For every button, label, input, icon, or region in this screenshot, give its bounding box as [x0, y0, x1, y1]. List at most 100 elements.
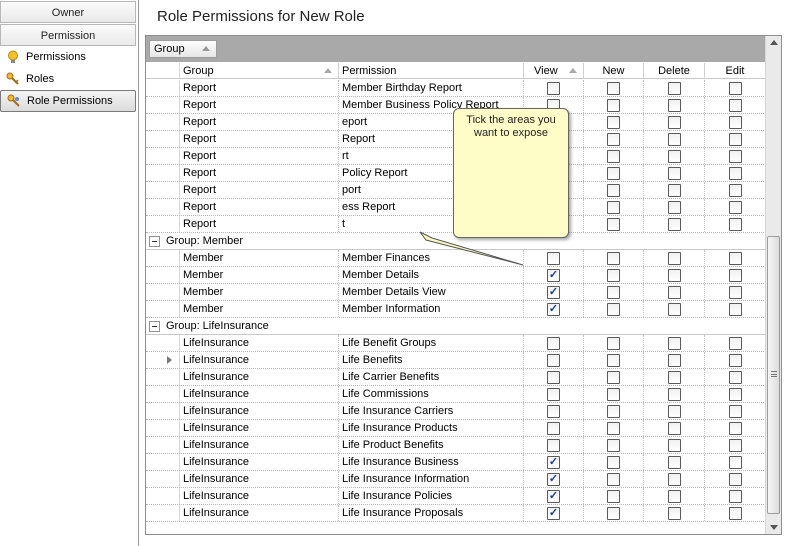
table-row[interactable]: Member Member Details ✓	[146, 267, 766, 284]
edit-checkbox[interactable]	[728, 387, 742, 401]
group-cell[interactable]: Member	[180, 267, 339, 283]
group-cell[interactable]: LifeInsurance	[180, 437, 339, 453]
header-delete[interactable]: Delete	[644, 63, 705, 79]
edit-checkbox[interactable]	[728, 370, 742, 384]
scroll-up-icon[interactable]	[770, 40, 778, 45]
row-indicator[interactable]	[162, 97, 180, 113]
view-checkbox[interactable]	[547, 438, 560, 452]
new-checkbox[interactable]	[607, 217, 620, 231]
table-row[interactable]: LifeInsurance Life Benefits	[146, 352, 766, 369]
row-indicator[interactable]	[162, 437, 180, 453]
delete-checkbox[interactable]	[667, 183, 681, 197]
view-checkbox[interactable]: ✓	[547, 302, 560, 316]
group-cell[interactable]: Report	[180, 80, 339, 96]
group-cell[interactable]: LifeInsurance	[180, 505, 339, 521]
delete-checkbox[interactable]	[667, 268, 681, 282]
view-checkbox[interactable]	[547, 387, 560, 401]
delete-checkbox[interactable]	[667, 302, 681, 316]
group-cell[interactable]: Report	[180, 165, 339, 181]
row-indicator[interactable]	[162, 403, 180, 419]
header-permission[interactable]: Permission	[339, 63, 524, 79]
group-cell[interactable]: LifeInsurance	[180, 386, 339, 402]
table-row[interactable]: LifeInsurance Life Insurance Information ✓	[146, 471, 766, 488]
permission-cell[interactable]: Member Birthday Report	[339, 80, 524, 96]
sidebar-item-role-permissions[interactable]: Role Permissions	[0, 90, 136, 112]
row-indicator[interactable]	[162, 420, 180, 436]
group-cell[interactable]: LifeInsurance	[180, 369, 339, 385]
delete-checkbox[interactable]	[667, 455, 681, 469]
owner-section-header[interactable]: Owner	[0, 1, 136, 23]
new-checkbox[interactable]	[607, 472, 620, 486]
new-checkbox[interactable]	[607, 455, 620, 469]
permission-cell[interactable]: Member Details	[339, 267, 524, 283]
row-indicator[interactable]	[162, 114, 180, 130]
row-indicator[interactable]	[162, 165, 180, 181]
permission-cell[interactable]: Life Commissions	[339, 386, 524, 402]
group-cell[interactable]: Report	[180, 131, 339, 147]
table-row[interactable]: LifeInsurance Life Insurance Carriers	[146, 403, 766, 420]
edit-checkbox[interactable]	[728, 455, 742, 469]
group-cell[interactable]: Report	[180, 148, 339, 164]
table-row[interactable]: LifeInsurance Life Benefit Groups	[146, 335, 766, 352]
edit-checkbox[interactable]	[728, 166, 742, 180]
edit-checkbox[interactable]	[728, 336, 742, 350]
row-indicator[interactable]	[162, 80, 180, 96]
table-row[interactable]: LifeInsurance Life Insurance Business ✓	[146, 454, 766, 471]
scroll-down-icon[interactable]	[770, 525, 778, 530]
row-indicator[interactable]	[162, 471, 180, 487]
delete-checkbox[interactable]	[667, 149, 681, 163]
edit-checkbox[interactable]	[728, 404, 742, 418]
row-indicator[interactable]	[162, 505, 180, 521]
permission-cell[interactable]: Life Benefit Groups	[339, 335, 524, 351]
edit-checkbox[interactable]	[728, 268, 742, 282]
edit-checkbox[interactable]	[728, 115, 742, 129]
row-indicator[interactable]	[162, 301, 180, 317]
permission-cell[interactable]: Life Carrier Benefits	[339, 369, 524, 385]
row-indicator[interactable]	[162, 386, 180, 402]
permission-cell[interactable]: Life Insurance Products	[339, 420, 524, 436]
view-checkbox[interactable]	[547, 251, 560, 265]
row-indicator[interactable]	[162, 216, 180, 232]
edit-checkbox[interactable]	[728, 217, 742, 231]
view-checkbox[interactable]	[547, 421, 560, 435]
sidebar-item-permissions[interactable]: Permissions	[0, 46, 136, 68]
view-checkbox[interactable]: ✓	[547, 455, 560, 469]
permission-cell[interactable]: Member Finances	[339, 250, 524, 266]
new-checkbox[interactable]	[607, 115, 620, 129]
group-cell[interactable]: LifeInsurance	[180, 352, 339, 368]
header-group[interactable]: Group	[180, 63, 339, 79]
permission-cell[interactable]: Life Insurance Policies	[339, 488, 524, 504]
delete-checkbox[interactable]	[667, 336, 681, 350]
row-indicator[interactable]	[162, 267, 180, 283]
new-checkbox[interactable]	[607, 336, 620, 350]
group-cell[interactable]: Member	[180, 250, 339, 266]
edit-checkbox[interactable]	[728, 438, 742, 452]
new-checkbox[interactable]	[607, 438, 620, 452]
header-view[interactable]: View	[524, 63, 584, 79]
table-row[interactable]: LifeInsurance Life Insurance Proposals ✓	[146, 505, 766, 522]
view-checkbox[interactable]	[547, 353, 560, 367]
delete-checkbox[interactable]	[667, 81, 681, 95]
edit-checkbox[interactable]	[728, 251, 742, 265]
group-cell[interactable]: Member	[180, 301, 339, 317]
view-checkbox[interactable]: ✓	[547, 472, 560, 486]
delete-checkbox[interactable]	[667, 421, 681, 435]
row-indicator[interactable]	[162, 250, 180, 266]
edit-checkbox[interactable]	[728, 302, 742, 316]
edit-checkbox[interactable]	[728, 81, 742, 95]
view-checkbox[interactable]: ✓	[547, 489, 560, 503]
table-row[interactable]: Member Member Information ✓	[146, 301, 766, 318]
permission-cell[interactable]: Life Insurance Business	[339, 454, 524, 470]
delete-checkbox[interactable]	[667, 200, 681, 214]
edit-checkbox[interactable]	[728, 489, 742, 503]
new-checkbox[interactable]	[607, 302, 620, 316]
new-checkbox[interactable]	[607, 132, 620, 146]
view-checkbox[interactable]: ✓	[547, 268, 560, 282]
group-cell[interactable]: Report	[180, 114, 339, 130]
new-checkbox[interactable]	[607, 285, 620, 299]
permission-cell[interactable]: Life Insurance Proposals	[339, 505, 524, 521]
edit-checkbox[interactable]	[728, 132, 742, 146]
header-edit[interactable]: Edit	[705, 63, 765, 79]
new-checkbox[interactable]	[607, 489, 620, 503]
group-row-lifeinsurance[interactable]: Group: LifeInsurance	[146, 318, 766, 335]
